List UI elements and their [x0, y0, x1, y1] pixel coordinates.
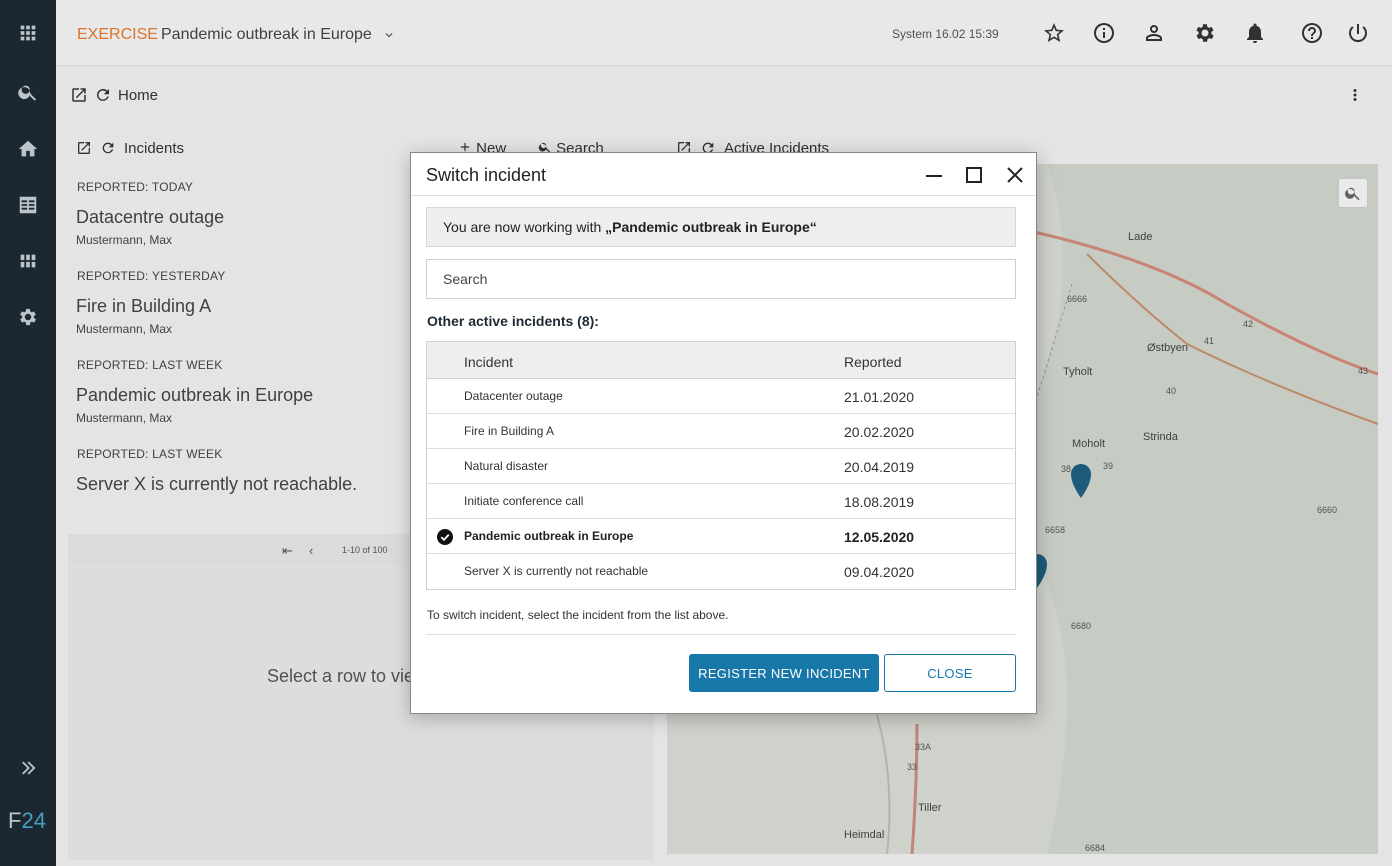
table-row[interactable]: Fire in Building A 20.02.2020 [427, 414, 1015, 449]
table-header: Incident Reported [427, 342, 1015, 379]
column-header-reported[interactable]: Reported [844, 354, 902, 370]
incident-name-cell: Natural disaster [464, 459, 549, 473]
maximize-icon[interactable] [964, 165, 984, 185]
incident-name-cell: Fire in Building A [464, 424, 555, 438]
reported-date-cell: 18.08.2019 [844, 494, 915, 510]
other-incidents-label: Other active incidents (8): [427, 313, 599, 329]
dialog-header: Switch incident [411, 153, 1036, 196]
table-row[interactable]: Initiate conference call 18.08.2019 [427, 484, 1015, 519]
dialog-title: Switch incident [426, 165, 547, 185]
incident-search-input[interactable] [426, 259, 1016, 299]
reported-date-cell: 21.01.2020 [844, 389, 915, 405]
table-row[interactable]: Natural disaster 20.04.2019 [427, 449, 1015, 484]
incident-name-cell: Pandemic outbreak in Europe [464, 529, 634, 543]
current-incident-notice: You are now working with „Pandemic outbr… [426, 207, 1016, 247]
divider [426, 634, 1016, 635]
check-circle-icon [437, 529, 453, 545]
notice-prefix: You are now working with [443, 219, 606, 235]
table-row[interactable]: Server X is currently not reachable 09.0… [427, 554, 1015, 589]
reported-date-cell: 12.05.2020 [844, 529, 915, 545]
reported-date-cell: 09.04.2020 [844, 564, 915, 580]
column-header-incident[interactable]: Incident [464, 354, 513, 370]
switch-incident-dialog: Switch incident You are now working with… [410, 152, 1037, 714]
incident-name-cell: Initiate conference call [464, 494, 584, 508]
close-button[interactable]: CLOSE [884, 654, 1016, 692]
incident-name-cell: Datacenter outage [464, 389, 563, 403]
switch-hint: To switch incident, select the incident … [427, 608, 729, 622]
incident-name-cell: Server X is currently not reachable [464, 564, 649, 578]
reported-date-cell: 20.04.2019 [844, 459, 915, 475]
table-row[interactable]: Datacenter outage 21.01.2020 [427, 379, 1015, 414]
reported-date-cell: 20.02.2020 [844, 424, 915, 440]
notice-incident: „Pandemic outbreak in Europe“ [605, 219, 817, 235]
close-icon[interactable] [1005, 165, 1025, 185]
table-row-selected[interactable]: Pandemic outbreak in Europe 12.05.2020 [427, 519, 1015, 554]
minimize-icon[interactable] [924, 165, 944, 185]
register-new-incident-button[interactable]: REGISTER NEW INCIDENT [689, 654, 879, 692]
incidents-table: Incident Reported Datacenter outage 21.0… [426, 341, 1016, 590]
